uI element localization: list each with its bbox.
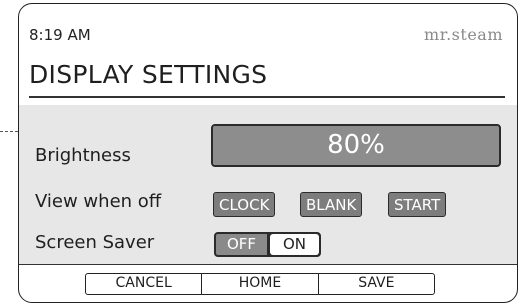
settings-panel: Brightness 80% View when off CLOCK BLANK…: [19, 105, 517, 265]
brightness-slider[interactable]: 80%: [211, 124, 501, 167]
view-option-start[interactable]: START: [388, 192, 447, 217]
save-button[interactable]: SAVE: [319, 274, 434, 294]
title-divider: [29, 96, 505, 98]
view-option-blank[interactable]: BLANK: [300, 192, 363, 217]
screen-saver-on-button[interactable]: ON: [270, 234, 319, 255]
page-title: DISPLAY SETTINGS: [29, 60, 268, 89]
clock-time: 8:19 AM: [29, 26, 91, 44]
screen-saver-toggle[interactable]: OFF ON: [214, 232, 321, 257]
view-option-clock[interactable]: CLOCK: [213, 192, 276, 217]
display-settings-screen: 8:19 AM mr.steam DISPLAY SETTINGS Bright…: [18, 3, 518, 303]
screen-saver-label: Screen Saver: [35, 232, 155, 253]
brightness-value: 80%: [327, 130, 385, 160]
view-when-off-label: View when off: [35, 191, 162, 212]
softkey-divider: [19, 264, 517, 265]
callout-leader-line: [0, 131, 18, 132]
brightness-label: Brightness: [35, 145, 131, 166]
cancel-button[interactable]: CANCEL: [86, 274, 203, 294]
screen-saver-off-button[interactable]: OFF: [216, 234, 267, 255]
brand-logo: mr.steam: [424, 25, 503, 44]
softkey-bar: CANCEL HOME SAVE: [85, 273, 435, 295]
home-button[interactable]: HOME: [202, 274, 319, 294]
